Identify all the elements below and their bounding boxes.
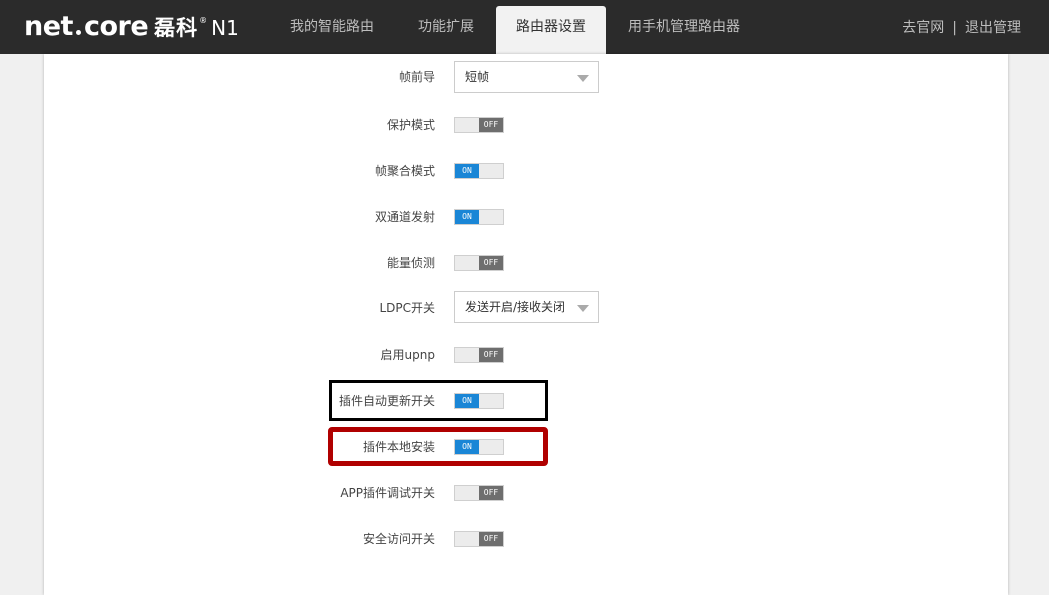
dual-channel-tx-toggle[interactable]: ON — [454, 209, 504, 225]
setting-row-app-plugin-debug: APP插件调试开关 OFF — [44, 476, 1008, 510]
app-plugin-debug-toggle[interactable]: OFF — [454, 485, 504, 501]
toggle-state: OFF — [479, 256, 503, 270]
toggle-state: ON — [455, 164, 479, 178]
official-website-link[interactable]: 去官网 — [902, 0, 944, 54]
upnp-toggle[interactable]: OFF — [454, 347, 504, 363]
secure-access-toggle[interactable]: OFF — [454, 531, 504, 547]
preamble-select[interactable]: 短帧 — [454, 61, 599, 93]
preamble-label: 帧前导 — [398, 70, 435, 84]
header-links: 去官网 | 退出管理 — [902, 0, 1021, 54]
logo-dot-icon — [75, 30, 81, 35]
annotation-box-black — [329, 380, 548, 421]
tab-router-settings[interactable]: 路由器设置 — [496, 6, 606, 54]
setting-row-dual-channel-tx: 双通道发射 ON — [44, 200, 1008, 234]
tab-mobile-management[interactable]: 用手机管理路由器 — [606, 0, 762, 54]
toggle-state: OFF — [479, 532, 503, 546]
logo-model: N1 — [211, 16, 239, 40]
frame-aggregation-toggle[interactable]: ON — [454, 163, 504, 179]
settings-panel: 帧前导 短帧 保护模式 OFF 帧聚合模式 ON 双通道发射 ON 能量侦测 O… — [44, 54, 1008, 595]
link-separator: | — [952, 20, 957, 36]
setting-row-energy-detect: 能量侦测 OFF — [44, 246, 1008, 280]
protection-mode-toggle[interactable]: OFF — [454, 117, 504, 133]
setting-row-frame-aggregation: 帧聚合模式 ON — [44, 154, 1008, 188]
dual-channel-tx-label: 双通道发射 — [374, 210, 435, 224]
ldpc-label: LDPC开关 — [379, 301, 435, 315]
chevron-down-icon — [577, 305, 589, 312]
setting-row-upnp: 启用upnp OFF — [44, 338, 1008, 372]
app-plugin-debug-label: APP插件调试开关 — [340, 486, 435, 500]
tab-my-smart-router[interactable]: 我的智能路由 — [268, 0, 396, 54]
top-bar: net core 磊科 ® N1 我的智能路由 功能扩展 路由器设置 用手机管理… — [0, 0, 1049, 54]
tab-extensions[interactable]: 功能扩展 — [396, 0, 496, 54]
registered-mark: ® — [199, 16, 208, 25]
toggle-state: ON — [455, 210, 479, 224]
toggle-state: OFF — [479, 348, 503, 362]
logout-link[interactable]: 退出管理 — [965, 0, 1021, 54]
upnp-label: 启用upnp — [380, 348, 435, 362]
toggle-state: OFF — [479, 118, 503, 132]
secure-access-label: 安全访问开关 — [362, 532, 435, 546]
setting-row-preamble: 帧前导 短帧 — [44, 60, 1008, 94]
protection-mode-label: 保护模式 — [386, 118, 435, 132]
logo-brand: net — [24, 11, 73, 42]
energy-detect-toggle[interactable]: OFF — [454, 255, 504, 271]
netcore-logo[interactable]: net core 磊科 ® N1 — [24, 11, 239, 43]
chevron-down-icon — [577, 75, 589, 82]
setting-row-protection-mode: 保护模式 OFF — [44, 108, 1008, 142]
energy-detect-label: 能量侦测 — [386, 256, 435, 270]
annotation-box-red — [328, 427, 548, 466]
logo-brand-suffix: core — [83, 11, 149, 42]
frame-aggregation-label: 帧聚合模式 — [374, 164, 435, 178]
logo-chinese-name: 磊科 — [154, 16, 199, 40]
preamble-value: 短帧 — [465, 70, 490, 84]
ldpc-select[interactable]: 发送开启/接收关闭 — [454, 291, 599, 323]
toggle-state: OFF — [479, 486, 503, 500]
ldpc-value: 发送开启/接收关闭 — [465, 300, 566, 314]
setting-row-ldpc: LDPC开关 发送开启/接收关闭 — [44, 291, 1008, 325]
main-nav: 我的智能路由 功能扩展 路由器设置 用手机管理路由器 — [268, 0, 762, 54]
setting-row-secure-access: 安全访问开关 OFF — [44, 522, 1008, 556]
